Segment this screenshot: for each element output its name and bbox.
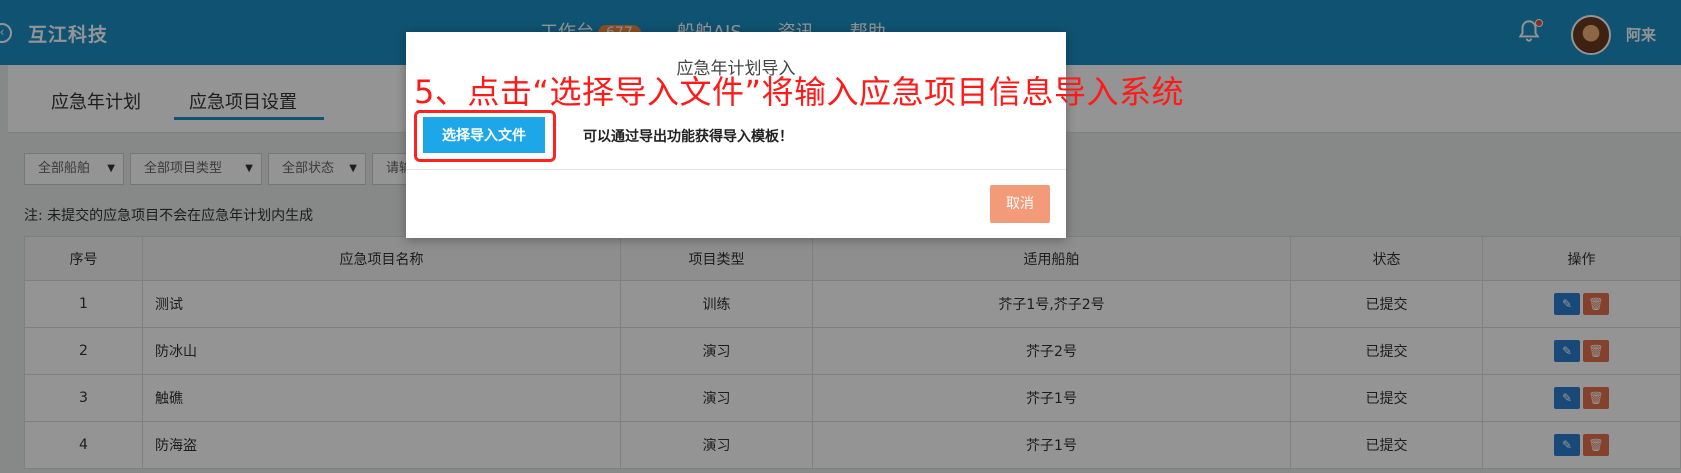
choose-import-file-button[interactable]: 选择导入文件 <box>423 117 545 153</box>
import-dialog: 应急年计划导入 5、点击“选择导入文件”将输入应急项目信息导入系统 选择导入文件… <box>406 32 1184 238</box>
dialog-divider <box>406 169 1066 170</box>
template-hint: 可以通过导出功能获得导入模板！ <box>583 129 793 145</box>
cancel-button[interactable]: 取消 <box>990 185 1050 223</box>
tutorial-annotation: 5、点击“选择导入文件”将输入应急项目信息导入系统 <box>414 73 1185 111</box>
